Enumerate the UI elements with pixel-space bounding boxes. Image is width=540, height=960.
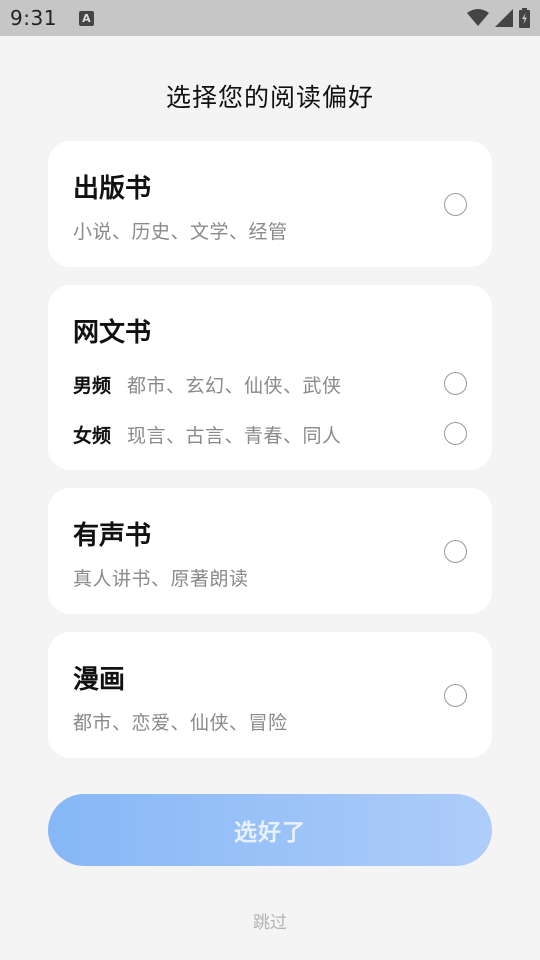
row-label-male: 男频 bbox=[73, 375, 112, 397]
radio-audio-books[interactable] bbox=[444, 540, 467, 563]
battery-icon bbox=[519, 8, 530, 28]
card-subtitle: 小说、历史、文学、经管 bbox=[73, 221, 288, 243]
card-title: 网文书 bbox=[73, 318, 152, 348]
wifi-icon bbox=[467, 9, 489, 26]
radio-published-books[interactable] bbox=[444, 193, 467, 216]
card-subtitle: 都市、恋爱、仙侠、冒险 bbox=[73, 712, 288, 734]
card-title: 出版书 bbox=[73, 174, 152, 204]
card-web-novels: 网文书 男频 都市、玄幻、仙侠、武侠 女频 现言、古言、青春、同人 bbox=[48, 285, 492, 470]
card-title: 漫画 bbox=[73, 665, 126, 695]
signal-icon bbox=[495, 9, 513, 27]
row-subtitle-female: 现言、古言、青春、同人 bbox=[127, 425, 342, 447]
card-audio-books[interactable]: 有声书 真人讲书、原著朗读 bbox=[48, 488, 492, 614]
confirm-button[interactable]: 选好了 bbox=[48, 794, 492, 866]
card-comics[interactable]: 漫画 都市、恋爱、仙侠、冒险 bbox=[48, 632, 492, 758]
skip-link[interactable]: 跳过 bbox=[0, 908, 540, 933]
radio-male-novels[interactable] bbox=[444, 372, 467, 395]
status-icons bbox=[467, 8, 530, 28]
page-title: 选择您的阅读偏好 bbox=[165, 83, 374, 112]
card-published-books[interactable]: 出版书 小说、历史、文学、经管 bbox=[48, 141, 492, 267]
radio-female-novels[interactable] bbox=[444, 422, 467, 445]
notification-a-icon: A bbox=[78, 10, 94, 26]
status-bar: 9:31 A bbox=[0, 0, 540, 36]
card-subtitle: 真人讲书、原著朗读 bbox=[73, 568, 249, 590]
radio-comics[interactable] bbox=[444, 684, 467, 707]
row-subtitle-male: 都市、玄幻、仙侠、武侠 bbox=[127, 375, 342, 397]
card-title: 有声书 bbox=[73, 521, 152, 551]
status-time: 9:31 bbox=[10, 6, 57, 30]
row-label-female: 女频 bbox=[73, 425, 112, 447]
